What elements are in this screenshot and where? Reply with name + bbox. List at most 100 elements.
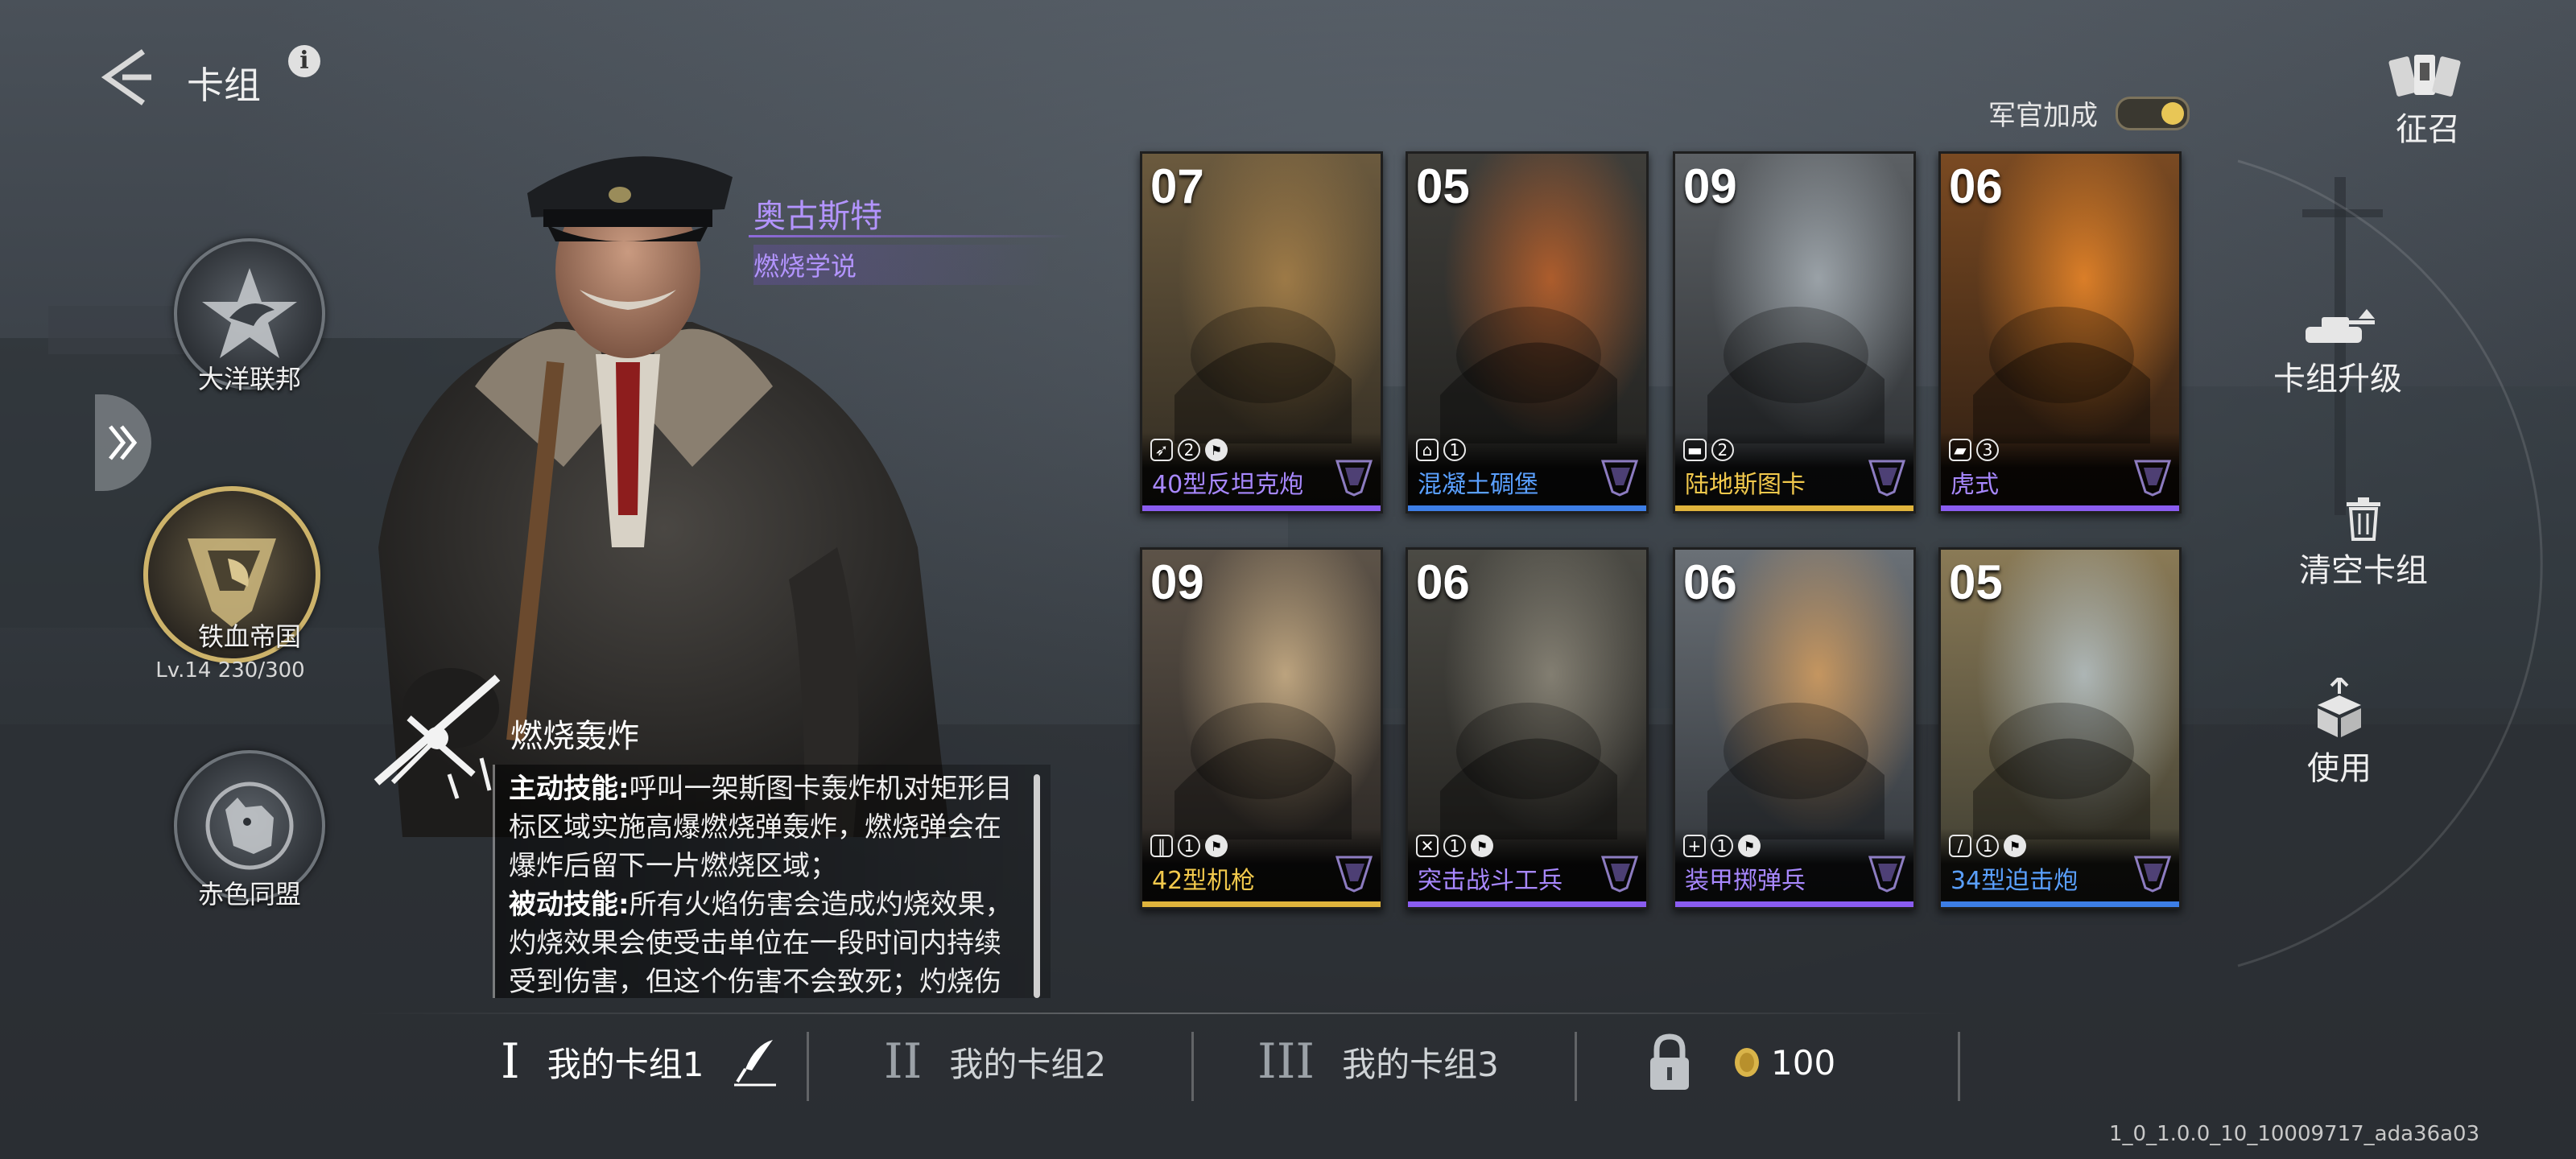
unit-card[interactable]: 06 ▰ 3 虎式 bbox=[1938, 151, 2182, 514]
officer-bonus-toggle[interactable] bbox=[2116, 97, 2190, 130]
faction-emblem-icon bbox=[1335, 460, 1373, 497]
deck-tab-3[interactable]: III 我的卡组3 bbox=[1257, 1033, 1499, 1090]
back-arrow-icon bbox=[101, 49, 151, 105]
commander-doctrine: 燃烧学说 bbox=[753, 245, 1051, 285]
flag-icon: ⚑ bbox=[2004, 835, 2026, 857]
card-rarity-bar bbox=[1941, 901, 2179, 907]
deck-upgrade-button[interactable]: 卡组升级 bbox=[2241, 309, 2434, 399]
card-cost: 05 bbox=[1416, 159, 1470, 213]
card-name: 混凝土碉堡 bbox=[1418, 471, 1538, 499]
deck-tab-label: 我的卡组1 bbox=[547, 1044, 704, 1084]
deck-upgrade-label: 卡组升级 bbox=[2273, 361, 2402, 398]
active-skill-label: 主动技能: bbox=[509, 773, 630, 805]
cards-recruit-icon[interactable] bbox=[2388, 52, 2462, 103]
card-rarity-bar bbox=[1142, 901, 1381, 907]
skill-scrollbar[interactable] bbox=[1034, 774, 1040, 998]
card-name: 陆地斯图卡 bbox=[1685, 471, 1806, 499]
card-stats: ‖ 1 ⚑ bbox=[1150, 835, 1228, 857]
back-button[interactable] bbox=[95, 45, 159, 109]
card-rarity-bar bbox=[1675, 901, 1913, 907]
card-name: 装甲掷弹兵 bbox=[1685, 867, 1806, 895]
quill-edit-icon[interactable] bbox=[731, 1037, 779, 1087]
expand-panel-button[interactable] bbox=[95, 394, 151, 491]
tab-divider bbox=[1958, 1032, 1960, 1101]
unit-card[interactable]: 06 ✕ 1 ⚑ 突击战斗工兵 bbox=[1406, 547, 1649, 909]
card-cost: 09 bbox=[1150, 555, 1204, 609]
flag-icon: ⚑ bbox=[1738, 835, 1761, 857]
double-chevron-right-icon bbox=[109, 425, 138, 460]
ammo-icon: ‖ bbox=[1150, 835, 1173, 857]
card-stats: ∕ 1 ⚑ bbox=[1949, 835, 2026, 857]
vehicle-icon: ▬ bbox=[1683, 439, 1707, 461]
card-stat-value: 1 bbox=[1178, 835, 1200, 857]
card-rarity-bar bbox=[1142, 505, 1381, 511]
card-stat-value: 1 bbox=[1443, 835, 1466, 857]
info-icon[interactable]: i bbox=[288, 45, 320, 77]
deck-tabs-divider bbox=[354, 1013, 1964, 1014]
clear-deck-button[interactable]: 清空卡组 bbox=[2267, 496, 2460, 591]
flag-icon: ⚑ bbox=[1205, 439, 1228, 461]
card-cost: 06 bbox=[1949, 159, 2003, 213]
deck-tab-label: 我的卡组3 bbox=[1342, 1044, 1499, 1084]
deck-tab-2[interactable]: II 我的卡组2 bbox=[884, 1033, 1106, 1090]
unit-card[interactable]: 05 ⌂ 1 混凝土碉堡 bbox=[1406, 151, 1649, 514]
card-stats: ▰ 3 bbox=[1949, 439, 1999, 461]
commander-name-underline bbox=[749, 235, 1071, 237]
unit-card[interactable]: 09 ‖ 1 ⚑ 42型机枪 bbox=[1140, 547, 1383, 909]
unlock-price: 100 bbox=[1771, 1042, 1836, 1083]
card-rarity-bar bbox=[1408, 505, 1646, 511]
card-stat-value: 1 bbox=[1711, 835, 1733, 857]
skill-description: 主动技能:呼叫一架斯图卡轰炸机对矩形目标区域实施高爆燃烧弹轰炸，燃烧弹会在爆炸后… bbox=[509, 769, 1024, 995]
unit-card[interactable]: 07 ➶ 2 ⚑ 40型反坦克炮 bbox=[1140, 151, 1383, 514]
card-stats: ▬ 2 bbox=[1683, 439, 1734, 461]
deck-tab-numeral: I bbox=[501, 1033, 520, 1090]
tab-divider bbox=[1191, 1032, 1194, 1101]
officer-bonus-label: 军官加成 bbox=[1988, 100, 2098, 132]
recruit-label[interactable]: 征召 bbox=[2388, 103, 2468, 150]
faction-emblem-icon bbox=[1600, 460, 1639, 497]
locked-deck-slot[interactable]: 100 bbox=[1647, 1032, 1835, 1093]
card-stats: ⌂ 1 bbox=[1416, 439, 1466, 461]
unit-card[interactable]: 09 ▬ 2 陆地斯图卡 bbox=[1673, 151, 1916, 514]
deck-tab-1[interactable]: I 我的卡组1 bbox=[501, 1033, 779, 1090]
trash-icon bbox=[2347, 497, 2380, 541]
gold-coin-icon bbox=[1735, 1048, 1759, 1077]
commander-name: 奥古斯特 bbox=[753, 198, 882, 235]
card-cost: 06 bbox=[1416, 555, 1470, 609]
card-rarity-bar bbox=[1408, 901, 1646, 907]
bunker-icon: ⌂ bbox=[1416, 439, 1439, 461]
box-use-icon bbox=[2318, 675, 2361, 737]
use-deck-button[interactable]: 使用 bbox=[2243, 675, 2436, 789]
unit-card[interactable]: 06 +1 ⚑ 装甲掷弹兵 bbox=[1673, 547, 1916, 909]
faction-emblem-icon bbox=[1868, 856, 1906, 893]
mortar-icon: ∕ bbox=[1949, 835, 1971, 857]
card-cost: 05 bbox=[1949, 555, 2003, 609]
toggle-knob bbox=[2161, 102, 2184, 125]
use-deck-label: 使用 bbox=[2307, 750, 2372, 787]
gun-icon: ➶ bbox=[1150, 439, 1173, 461]
card-name: 42型机枪 bbox=[1152, 867, 1256, 895]
card-cost: 07 bbox=[1150, 159, 1204, 213]
tools-icon: ✕ bbox=[1416, 835, 1439, 857]
card-name: 虎式 bbox=[1951, 471, 1999, 499]
faction-level: Lv.14 230/300 bbox=[155, 658, 305, 683]
card-stat-value: 2 bbox=[1711, 439, 1734, 461]
card-cost: 09 bbox=[1683, 159, 1737, 213]
deck-tab-numeral: III bbox=[1257, 1033, 1315, 1090]
tank-icon: ▰ bbox=[1949, 439, 1971, 461]
card-cost: 06 bbox=[1683, 555, 1737, 609]
medic-icon: + bbox=[1683, 835, 1706, 857]
page-title: 卡组 bbox=[187, 64, 261, 107]
faction-label: 大洋联邦 bbox=[197, 364, 301, 394]
unit-card[interactable]: 05 ∕ 1 ⚑ 34型迫击炮 bbox=[1938, 547, 2182, 909]
tab-divider bbox=[807, 1032, 809, 1101]
faction-emblem-icon bbox=[1600, 856, 1639, 893]
card-stat-value: 3 bbox=[1976, 439, 1999, 461]
version-text: 1_0_1.0.0_10_10009717_ada36a03 bbox=[2109, 1122, 2480, 1146]
faction-label: 铁血帝国 bbox=[197, 621, 301, 652]
card-stat-value: 2 bbox=[1178, 439, 1200, 461]
faction-emblem-icon bbox=[1335, 856, 1373, 893]
passive-skill-label: 被动技能: bbox=[509, 889, 630, 921]
card-stat-value: 1 bbox=[1976, 835, 1999, 857]
faction-emblem-icon bbox=[1868, 460, 1906, 497]
